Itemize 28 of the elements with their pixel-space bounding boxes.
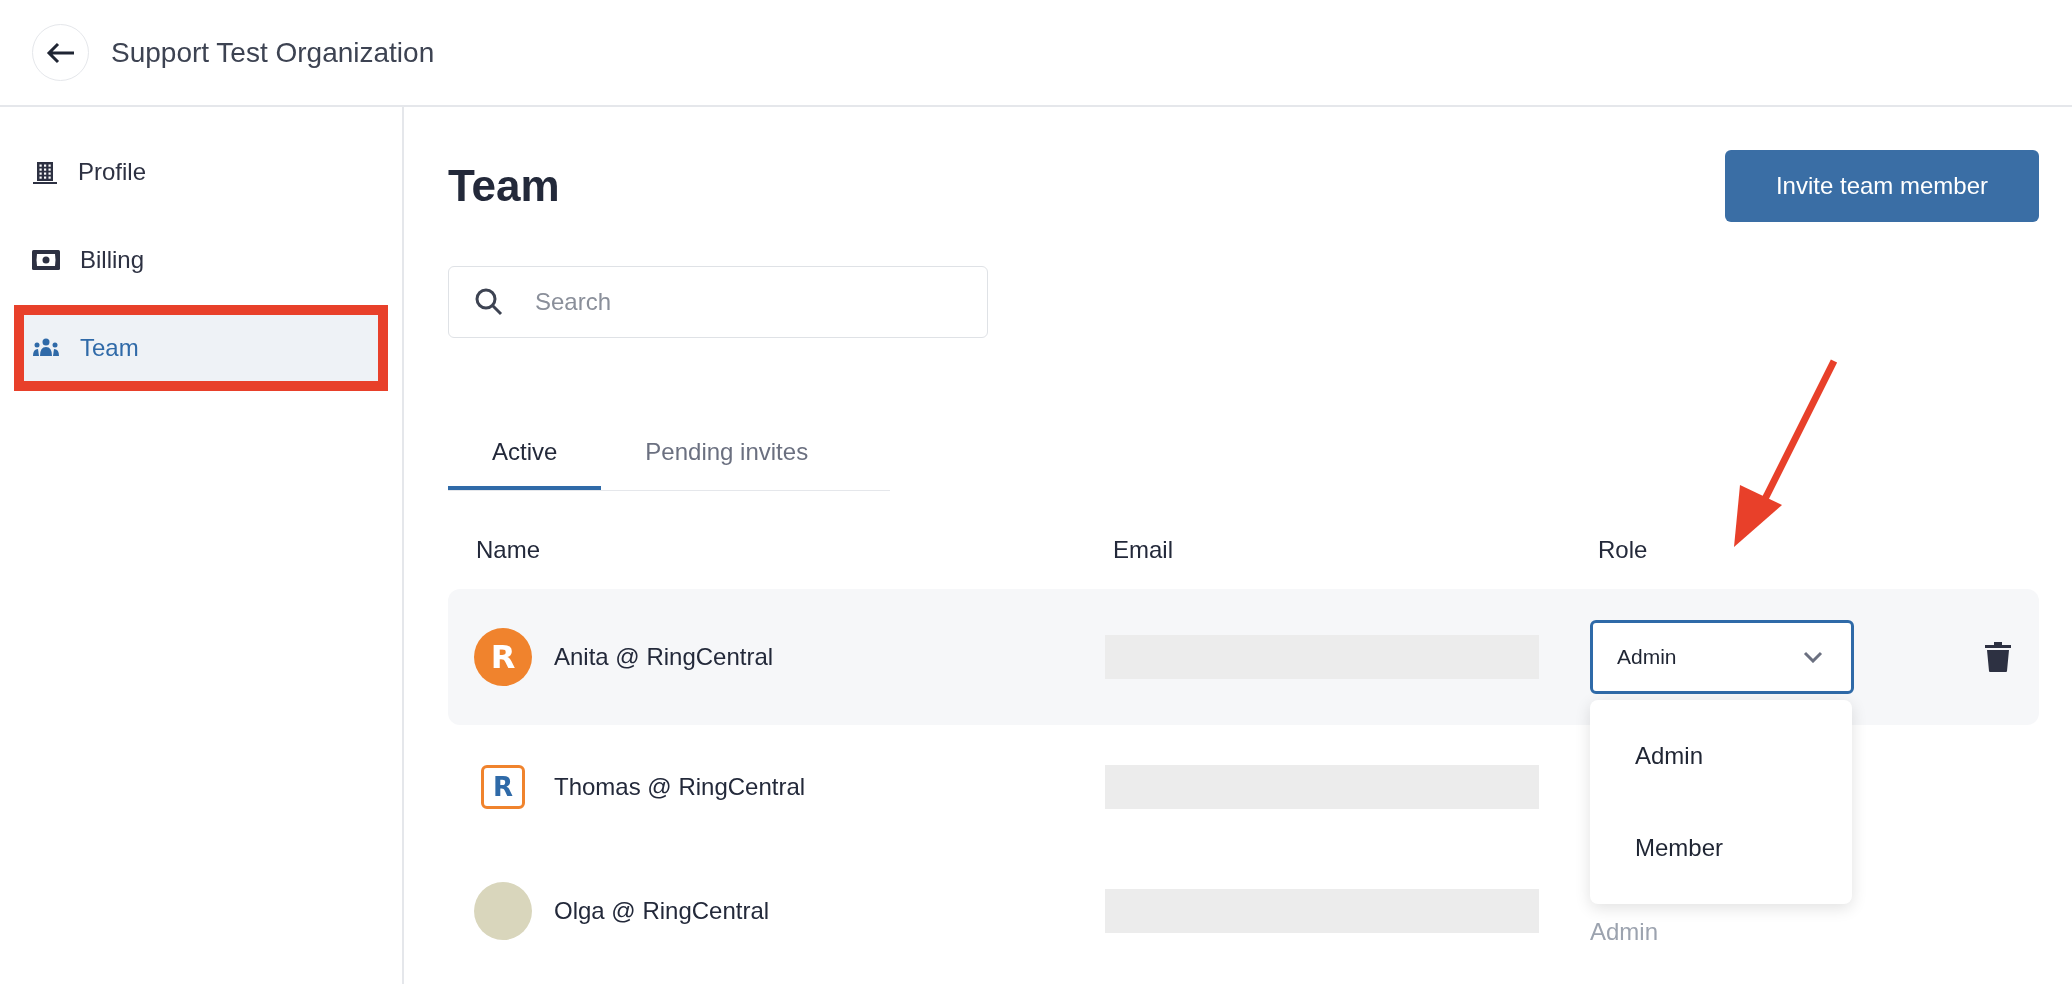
search-field[interactable]: Search xyxy=(448,266,988,338)
column-header: Email xyxy=(1112,535,1174,565)
arrow-left-icon xyxy=(45,41,76,64)
invite-button[interactable]: Invite team member xyxy=(1725,150,2039,222)
menu-option[interactable]: Admin xyxy=(1590,738,1852,774)
logo-avatar: R xyxy=(474,628,532,686)
column-header: Role xyxy=(1597,535,1649,565)
trash-icon[interactable] xyxy=(1985,641,2011,673)
menu-option[interactable]: Member xyxy=(1590,830,1852,866)
member-name: Anita @ RingCentral xyxy=(554,642,774,672)
sidebar-item[interactable]: Team xyxy=(24,315,378,381)
search-icon xyxy=(474,287,504,317)
tab[interactable]: Active xyxy=(448,418,602,490)
page-title: Team xyxy=(448,160,560,212)
organization-title: Support Test Organization xyxy=(111,35,435,70)
column-header: Name xyxy=(475,535,542,565)
member-name: Olga @ RingCentral xyxy=(554,896,770,926)
role-text: Admin xyxy=(1590,917,1659,947)
tab[interactable]: Pending invites xyxy=(601,418,853,490)
banknote-icon xyxy=(32,249,60,271)
chevron-down-icon xyxy=(1803,651,1823,663)
people-icon xyxy=(32,337,60,359)
role-select[interactable]: Admin xyxy=(1590,620,1854,694)
member-name: Thomas @ RingCentral xyxy=(554,772,806,802)
logo-avatar: R xyxy=(481,765,525,809)
sidebar-item[interactable]: Profile xyxy=(24,139,378,205)
sidebar-item[interactable]: Billing xyxy=(24,227,378,293)
building-icon xyxy=(32,159,58,185)
